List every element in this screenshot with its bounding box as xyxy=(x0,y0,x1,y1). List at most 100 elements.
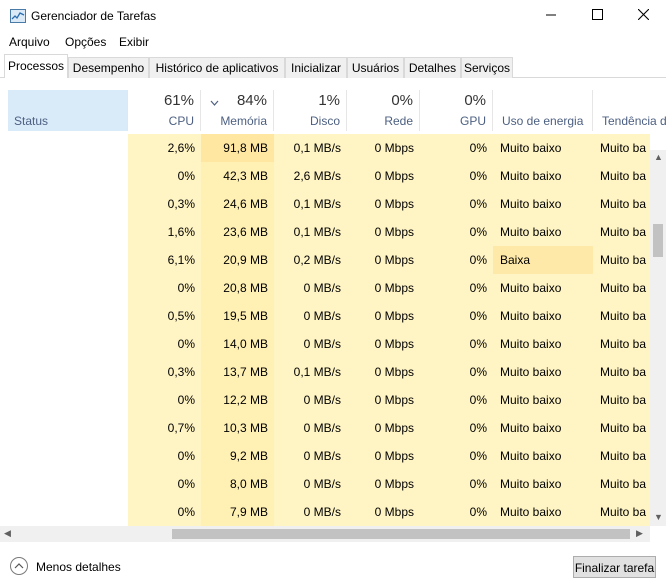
table-row[interactable]: 0% 12,2 MB 0 MB/s 0 Mbps 0% Muito baixo Muito … xyxy=(0,386,650,414)
cell-power: Muito baixo xyxy=(493,498,593,526)
menu-exibir[interactable]: Exibir xyxy=(119,35,149,49)
table-row[interactable]: 0% 7,9 MB 0 MB/s 0 Mbps 0% Muito baixo Muito b… xyxy=(0,498,650,526)
menu-opcoes[interactable]: Opções xyxy=(65,35,106,49)
column-header-status[interactable]: Status xyxy=(8,90,128,131)
horizontal-scroll-thumb[interactable] xyxy=(172,529,630,539)
cell-disk: 0 MB/s xyxy=(274,330,347,358)
cell-gpu: 0% xyxy=(420,134,493,162)
cell-disk: 0,1 MB/s xyxy=(274,190,347,218)
title-bar: Gerenciador de Tarefas xyxy=(0,0,666,32)
process-rows: 2,6% 91,8 MB 0,1 MB/s 0 Mbps 0% Muito baixo Mu… xyxy=(0,134,650,526)
tab-servicos[interactable]: Serviços xyxy=(461,57,513,78)
cell-gpu: 0% xyxy=(420,386,493,414)
tab-usuarios[interactable]: Usuários xyxy=(347,57,404,78)
cpu-percent: 61% xyxy=(163,92,194,109)
cell-net: 0 Mbps xyxy=(347,162,420,190)
cell-cpu: 6,1% xyxy=(128,246,201,274)
cell-power: Muito baixo xyxy=(493,134,593,162)
tab-bar: Processos Desempenho Histórico de aplica… xyxy=(0,54,666,79)
column-header-disk[interactable]: 1% Disco xyxy=(274,90,347,131)
vertical-scroll-thumb[interactable] xyxy=(653,224,663,257)
cell-status xyxy=(8,246,128,274)
chevron-up-icon[interactable] xyxy=(10,557,28,575)
table-row[interactable]: 0% 20,8 MB 0 MB/s 0 Mbps 0% Muito baixo Muito … xyxy=(0,274,650,302)
scroll-right-icon[interactable]: ▶ xyxy=(636,528,643,539)
cell-trend: Muito ba xyxy=(593,246,650,274)
menu-arquivo[interactable]: Arquivo xyxy=(9,35,50,49)
close-icon xyxy=(637,8,649,23)
end-task-button[interactable]: Finalizar tarefa xyxy=(573,556,656,578)
power-label: Uso de energia xyxy=(502,114,584,128)
cell-status xyxy=(8,470,128,498)
cell-power: Muito baixo xyxy=(493,414,593,442)
cell-disk: 0,1 MB/s xyxy=(274,134,347,162)
cell-power: Muito baixo xyxy=(493,442,593,470)
cell-trend: Muito ba xyxy=(593,218,650,246)
cell-mem: 19,5 MB xyxy=(201,302,274,330)
column-header-gpu[interactable]: 0% GPU xyxy=(420,90,493,131)
cell-power: Muito baixo xyxy=(493,274,593,302)
table-row[interactable]: 0% 9,2 MB 0 MB/s 0 Mbps 0% Muito baixo Muito b… xyxy=(0,442,650,470)
cell-gpu: 0% xyxy=(420,274,493,302)
table-row[interactable]: 0,7% 10,3 MB 0 MB/s 0 Mbps 0% Muito baixo Muit… xyxy=(0,414,650,442)
table-row[interactable]: 0,5% 19,5 MB 0 MB/s 0 Mbps 0% Muito baixo Muit… xyxy=(0,302,650,330)
table-row[interactable]: 0,3% 13,7 MB 0,1 MB/s 0 Mbps 0% Muito baixo Mu… xyxy=(0,358,650,386)
cell-net: 0 Mbps xyxy=(347,414,420,442)
cell-disk: 0 MB/s xyxy=(274,442,347,470)
cell-trend: Muito ba xyxy=(593,162,650,190)
scroll-up-icon[interactable]: ▲ xyxy=(654,152,663,162)
cell-power: Muito baixo xyxy=(493,218,593,246)
minimize-button[interactable] xyxy=(528,0,574,32)
maximize-button[interactable] xyxy=(574,0,620,32)
cell-status xyxy=(8,302,128,330)
cell-net: 0 Mbps xyxy=(347,330,420,358)
tab-inicializar[interactable]: Inicializar xyxy=(285,57,347,78)
scroll-left-icon[interactable]: ◀ xyxy=(4,528,11,539)
cell-gpu: 0% xyxy=(420,246,493,274)
tab-historico[interactable]: Histórico de aplicativos xyxy=(149,57,285,78)
table-row[interactable]: 2,6% 91,8 MB 0,1 MB/s 0 Mbps 0% Muito baixo Mu… xyxy=(0,134,650,162)
cell-status xyxy=(8,330,128,358)
column-header-cpu[interactable]: 61% CPU xyxy=(128,90,201,131)
cell-disk: 0 MB/s xyxy=(274,470,347,498)
table-row[interactable]: 0% 8,0 MB 0 MB/s 0 Mbps 0% Muito baixo Muito b… xyxy=(0,470,650,498)
memory-label: Memória xyxy=(220,114,267,128)
cell-mem: 8,0 MB xyxy=(201,470,274,498)
cell-trend: Muito ba xyxy=(593,358,650,386)
cell-power: Muito baixo xyxy=(493,190,593,218)
cell-cpu: 0% xyxy=(128,330,201,358)
close-button[interactable] xyxy=(620,0,666,32)
column-header-power[interactable]: Uso de energia xyxy=(493,90,593,131)
cell-trend: Muito ba xyxy=(593,190,650,218)
cell-status xyxy=(8,162,128,190)
cell-mem: 14,0 MB xyxy=(201,330,274,358)
column-header-network[interactable]: 0% Rede xyxy=(347,90,420,131)
column-header-memory[interactable]: 84% Memória xyxy=(201,90,274,131)
cell-power: Muito baixo xyxy=(493,386,593,414)
horizontal-scrollbar[interactable]: ◀ ▶ xyxy=(0,526,650,542)
vertical-scrollbar[interactable]: ▲ ▼ xyxy=(650,150,666,526)
cell-gpu: 0% xyxy=(420,162,493,190)
cell-cpu: 0,5% xyxy=(128,302,201,330)
table-row[interactable]: 1,6% 23,6 MB 0,1 MB/s 0 Mbps 0% Muito baixo Mu… xyxy=(0,218,650,246)
table-row[interactable]: 0% 42,3 MB 2,6 MB/s 0 Mbps 0% Muito baixo Muit… xyxy=(0,162,650,190)
cell-gpu: 0% xyxy=(420,330,493,358)
cell-net: 0 Mbps xyxy=(347,274,420,302)
cell-mem: 9,2 MB xyxy=(201,442,274,470)
cell-status xyxy=(8,274,128,302)
cell-mem: 20,8 MB xyxy=(201,274,274,302)
window-title: Gerenciador de Tarefas xyxy=(31,9,157,23)
table-row[interactable]: 0,3% 24,6 MB 0,1 MB/s 0 Mbps 0% Muito baixo Mu… xyxy=(0,190,650,218)
table-row[interactable]: 0% 14,0 MB 0 MB/s 0 Mbps 0% Muito baixo Muito … xyxy=(0,330,650,358)
cell-cpu: 0,7% xyxy=(128,414,201,442)
cell-cpu: 0,3% xyxy=(128,358,201,386)
tab-desempenho[interactable]: Desempenho xyxy=(68,57,149,78)
tab-detalhes[interactable]: Detalhes xyxy=(404,57,461,78)
table-row[interactable]: 6,1% 20,9 MB 0,2 MB/s 0 Mbps 0% Baixa Muito ba xyxy=(0,246,650,274)
scroll-down-icon[interactable]: ▼ xyxy=(654,512,663,522)
cell-net: 0 Mbps xyxy=(347,190,420,218)
tab-processos[interactable]: Processos xyxy=(4,54,68,79)
column-header-trend[interactable]: Tendência d xyxy=(593,90,666,131)
less-details-link[interactable]: Menos detalhes xyxy=(36,560,121,574)
cell-power: Muito baixo xyxy=(493,330,593,358)
